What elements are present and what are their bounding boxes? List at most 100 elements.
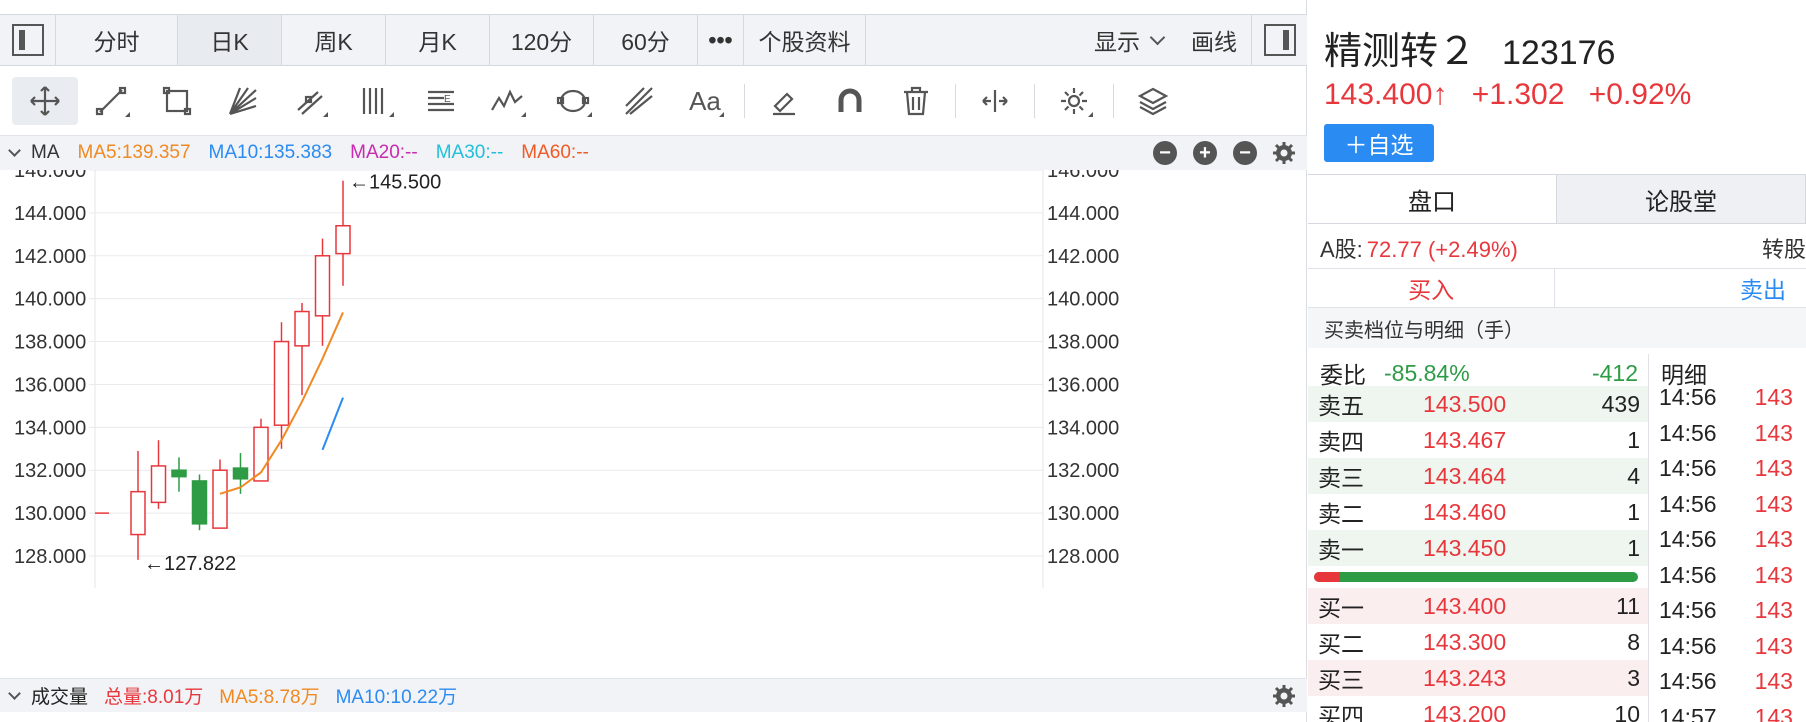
cycle-lines-tool[interactable]	[342, 77, 408, 125]
ask-level-row[interactable]: 卖四 143.467 1	[1308, 422, 1648, 458]
ask-level-row[interactable]: 卖一 143.450 1	[1308, 530, 1648, 566]
y-tick-label-right: 136.000	[1047, 374, 1119, 396]
y-tick-label-left: 128.000	[14, 546, 86, 568]
tick-price: 143	[1754, 526, 1793, 553]
tab-forum[interactable]: 论股堂	[1557, 175, 1806, 223]
chevron-down-icon	[8, 144, 21, 157]
ellipse-tool[interactable]	[540, 77, 606, 125]
bid-level-volume: 11	[1616, 592, 1640, 619]
tick-price: 143	[1754, 455, 1793, 482]
y-tick-label-left: 134.000	[14, 417, 86, 439]
crop-icon	[162, 86, 192, 116]
fan-tool[interactable]	[210, 77, 276, 125]
move-tool[interactable]	[12, 77, 78, 125]
trade-buttons: 买入 卖出	[1308, 268, 1806, 308]
tab-pankou[interactable]: 盘口	[1308, 175, 1557, 223]
magnet-icon	[838, 88, 862, 112]
volume-dropdown[interactable]: 成交量	[8, 682, 89, 709]
display-dropdown[interactable]: 显示	[1080, 15, 1177, 65]
ask-level-price: 143.460	[1423, 498, 1507, 525]
magnet-tool[interactable]	[817, 77, 883, 125]
candlestick-chart[interactable]: 146.000 146.000 144.000 144.000 142.000 142.0…	[0, 170, 1307, 672]
eraser-tool[interactable]	[751, 77, 817, 125]
gann-tool[interactable]: E	[408, 77, 474, 125]
tick-price: 143	[1754, 490, 1793, 517]
a-share-value: 72.77 (+2.49%)	[1366, 237, 1518, 262]
plus-icon[interactable]: +	[1193, 141, 1217, 165]
a-share-label: A股:	[1320, 237, 1363, 262]
quote-panel: 精测转２ 123176 143.400↑ +1.302 +0.92% ＋自选 盘…	[1308, 0, 1806, 722]
y-tick-label-left: 132.000	[14, 460, 86, 482]
tick-price: 143	[1754, 419, 1793, 446]
line-tool[interactable]	[78, 77, 144, 125]
layers-button[interactable]	[1120, 77, 1186, 125]
volume-label: 成交量	[31, 687, 89, 708]
tick-list[interactable]: 14:56 143 14:56 143 14:56 143 14:56 143 14:56 143…	[1649, 380, 1806, 722]
delete-drawings-button[interactable]	[883, 77, 949, 125]
fork-icon	[625, 87, 653, 115]
tick-price: 143	[1754, 561, 1793, 588]
tab-stock-info[interactable]: 个股资料	[744, 15, 866, 65]
sell-button[interactable]: 卖出	[1555, 269, 1806, 307]
bid-level-row[interactable]: 买二 143.300 8	[1308, 624, 1648, 660]
convert-link[interactable]: 转股	[1762, 232, 1806, 264]
crop-tool[interactable]	[144, 77, 210, 125]
tick-price: 143	[1754, 703, 1793, 722]
sidebar-right-icon	[1263, 24, 1296, 56]
text-tool[interactable]: Aa	[672, 77, 738, 125]
tick-time: 14:57	[1659, 703, 1717, 722]
close-indicator-icon[interactable]: −	[1233, 141, 1257, 165]
drawing-toolbar: E Aa	[0, 67, 1307, 136]
chart-settings-button[interactable]	[1041, 77, 1107, 125]
y-tick-label-left: 146.000	[14, 170, 86, 182]
ma20-value: MA20:--	[350, 142, 418, 163]
tick-row: 14:56 143	[1649, 629, 1806, 665]
wave-icon	[491, 89, 523, 111]
tab-120min[interactable]: 120分	[490, 15, 594, 65]
channel-icon	[297, 91, 323, 115]
tab-60min[interactable]: 60分	[594, 15, 698, 65]
ask-level-row[interactable]: 卖三 143.464 4	[1308, 458, 1648, 494]
display-label: 显示	[1094, 29, 1140, 55]
candle-body	[212, 469, 228, 529]
ask-level-volume: 1	[1627, 534, 1640, 561]
buy-button[interactable]: 买入	[1308, 269, 1556, 307]
bid-ask-ratio-bar	[1314, 572, 1638, 582]
move-icon	[30, 86, 60, 116]
fork-tool[interactable]	[606, 77, 672, 125]
left-panel-toggle[interactable]	[0, 15, 56, 65]
tick-row: 14:56 143	[1649, 487, 1806, 523]
draw-lines-button[interactable]: 画线	[1177, 15, 1251, 65]
tab-monthly-k[interactable]: 月K	[386, 15, 490, 65]
bid-level-row[interactable]: 买一 143.400 11	[1308, 588, 1648, 624]
tab-daily-k[interactable]: 日K	[178, 15, 282, 65]
price-change-pct: +0.92%	[1588, 78, 1692, 111]
y-tick-label-right: 130.000	[1047, 503, 1119, 525]
more-periods-button[interactable]: •••	[698, 15, 744, 65]
tick-time: 14:56	[1659, 490, 1717, 517]
minus-icon[interactable]: −	[1153, 141, 1177, 165]
weibi-label: 委比	[1320, 362, 1366, 388]
ask-level-row[interactable]: 卖二 143.460 1	[1308, 494, 1648, 530]
right-panel-toggle[interactable]	[1251, 15, 1307, 65]
bid-level-row[interactable]: 买三 143.243 3	[1308, 660, 1648, 696]
tick-time: 14:56	[1659, 597, 1717, 624]
gear-icon[interactable]	[1271, 140, 1297, 166]
channel-tool[interactable]	[276, 77, 342, 125]
fit-screen-button[interactable]	[962, 77, 1028, 125]
gann-icon: E	[428, 90, 454, 112]
security-name: 精测转２	[1324, 31, 1477, 73]
add-watchlist-button[interactable]: ＋自选	[1324, 124, 1434, 162]
ma-dropdown[interactable]: MA	[8, 142, 60, 164]
ask-level-volume: 1	[1627, 498, 1640, 525]
tab-intraday[interactable]: 分时	[56, 15, 178, 65]
tick-row: 14:56 143	[1649, 416, 1806, 452]
wave-tool[interactable]	[474, 77, 540, 125]
tick-price: 143	[1754, 384, 1793, 411]
ask-level-row[interactable]: 卖五 143.500 439	[1308, 386, 1648, 422]
bid-level-row[interactable]: 买四 143.200 10	[1308, 696, 1648, 722]
gear-icon[interactable]	[1271, 683, 1297, 709]
ask-level-label: 卖二	[1318, 501, 1364, 527]
chevron-down-icon	[1149, 29, 1166, 45]
tab-weekly-k[interactable]: 周K	[282, 15, 386, 65]
